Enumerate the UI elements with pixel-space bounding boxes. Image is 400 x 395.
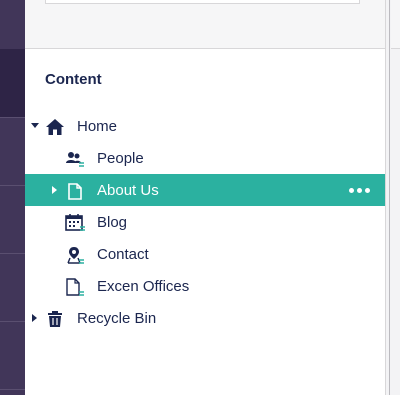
rail-divider <box>0 389 25 390</box>
panel-splitter[interactable] <box>385 0 400 395</box>
section-title: Content <box>45 71 102 88</box>
rail-item-active[interactable] <box>0 49 25 117</box>
app-sections-rail <box>0 0 25 395</box>
tree-node-home[interactable]: Home <box>25 110 385 142</box>
tree-node-label: People <box>97 150 144 167</box>
tree-node-about-us[interactable]: About Us <box>25 174 385 206</box>
calendar-icon <box>65 213 85 233</box>
caret-right-icon[interactable] <box>50 185 60 195</box>
more-actions-icon[interactable] <box>347 180 371 200</box>
people-icon <box>65 149 85 169</box>
tree-node-label: Blog <box>97 214 128 231</box>
rail-divider <box>0 117 25 118</box>
map-pin-icon <box>65 245 85 265</box>
rail-divider <box>0 253 25 254</box>
tree-node-label: Home <box>77 118 118 135</box>
splitter-header <box>391 0 400 49</box>
rail-divider <box>0 321 25 322</box>
caret-down-icon[interactable] <box>30 121 40 131</box>
search-area <box>25 0 385 49</box>
search-input[interactable] <box>45 0 360 4</box>
trash-icon <box>45 309 65 329</box>
tree-node-recycle-bin[interactable]: Recycle Bin <box>25 302 385 334</box>
home-icon <box>45 117 65 137</box>
tree-node-label: Excen Offices <box>97 278 190 295</box>
tree-node-label: Recycle Bin <box>77 310 157 327</box>
document-icon <box>65 277 85 297</box>
rail-divider <box>0 185 25 186</box>
document-icon <box>65 181 85 201</box>
caret-right-icon[interactable] <box>30 313 40 323</box>
tree-node-people[interactable]: People <box>25 142 385 174</box>
tree-node-blog[interactable]: Blog <box>25 206 385 238</box>
tree-node-label: Contact <box>97 246 149 263</box>
tree-node-contact[interactable]: Contact <box>25 238 385 270</box>
content-tree-panel: Content Home People About Us Blog Contac… <box>25 0 385 395</box>
tree-node-label: About Us <box>97 182 159 199</box>
tree-node-excen-offices[interactable]: Excen Offices <box>25 270 385 302</box>
splitter-line <box>389 0 390 395</box>
